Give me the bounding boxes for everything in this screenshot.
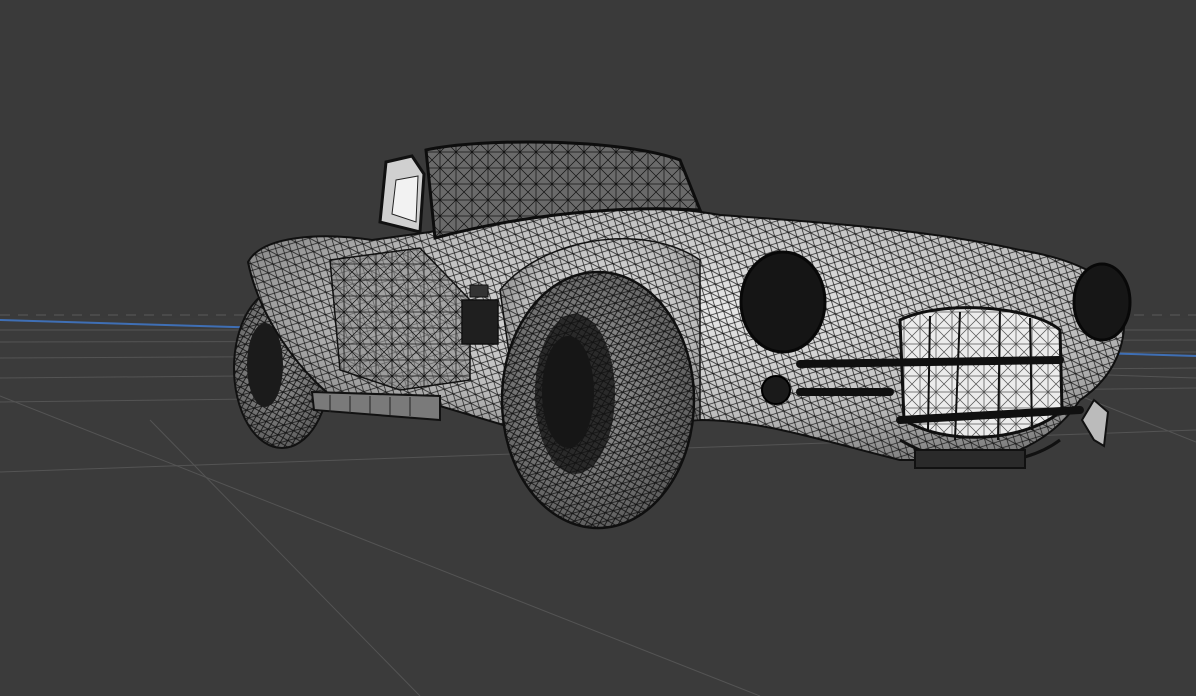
viewport-canvas[interactable] xyxy=(0,0,1196,696)
3d-viewport[interactable] xyxy=(0,0,1196,696)
side-vent xyxy=(461,299,499,345)
side-badge xyxy=(469,284,489,298)
front-wheel[interactable] xyxy=(500,270,696,530)
fog-light xyxy=(761,375,791,405)
headlight-right xyxy=(1072,262,1132,342)
front-valance xyxy=(914,449,1026,469)
headlight-left xyxy=(739,250,827,354)
